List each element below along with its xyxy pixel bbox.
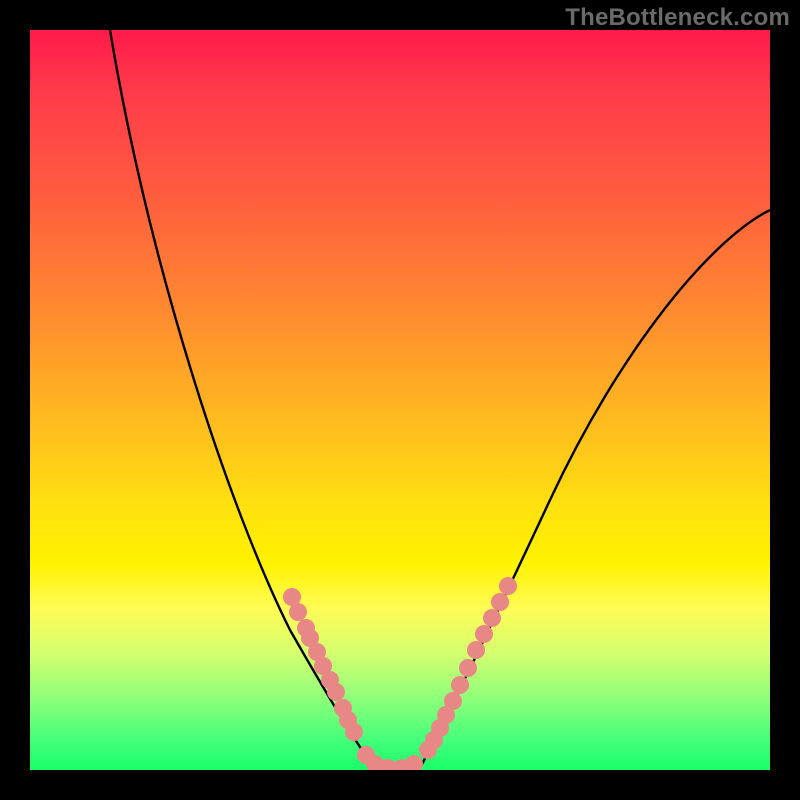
data-marker: [475, 625, 493, 643]
data-marker: [451, 676, 469, 694]
data-marker: [483, 609, 501, 627]
data-marker: [459, 659, 477, 677]
data-marker: [467, 641, 485, 659]
curve-layer: [30, 30, 770, 770]
marker-group: [283, 577, 517, 770]
data-marker: [327, 683, 345, 701]
data-marker: [499, 577, 517, 595]
curve-group: [110, 30, 770, 770]
data-marker: [491, 593, 509, 611]
data-marker: [345, 723, 363, 741]
watermark-text: TheBottleneck.com: [565, 4, 790, 32]
curve-right-curve: [420, 210, 770, 768]
data-marker: [405, 755, 423, 770]
curve-left-curve: [110, 30, 375, 768]
plot-area: [30, 30, 770, 770]
data-marker: [289, 603, 307, 621]
data-marker: [444, 692, 462, 710]
chart-canvas: TheBottleneck.com: [0, 0, 800, 800]
